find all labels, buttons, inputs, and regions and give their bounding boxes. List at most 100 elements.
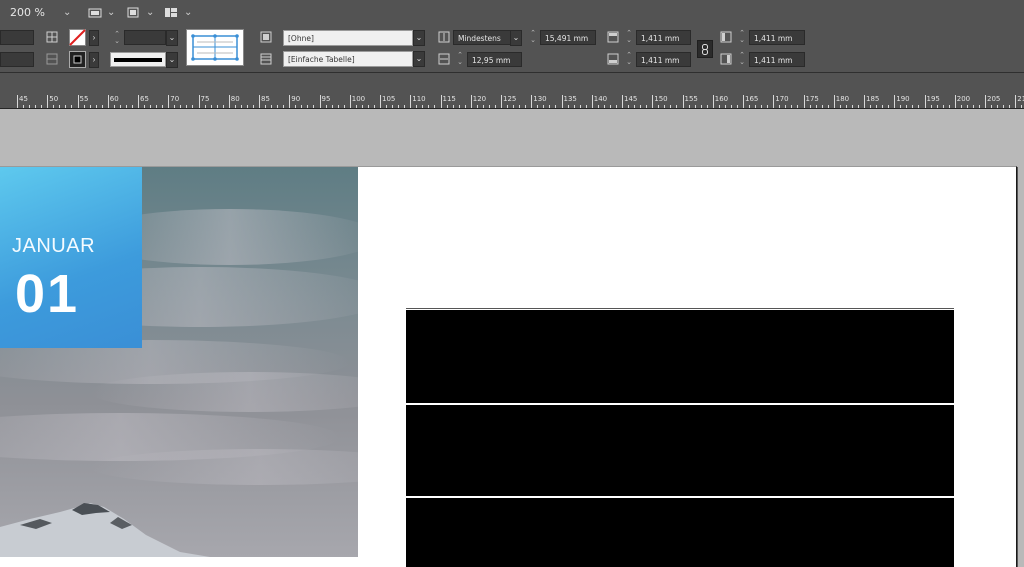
day-number: 01 xyxy=(15,264,80,324)
ruler-minor-tick xyxy=(603,105,605,108)
cell-style-dropdown[interactable]: [Ohne] xyxy=(283,30,413,46)
table-style-dropdown[interactable]: [Einfache Tabelle] xyxy=(283,51,413,67)
ruler-minor-tick xyxy=(434,105,436,108)
chevron-down-icon[interactable]: ⌄ xyxy=(107,7,115,18)
ruler-minor-tick xyxy=(83,105,85,108)
ruler-minor-tick xyxy=(234,105,236,108)
ruler-label: 90 xyxy=(291,95,301,103)
chevron-down-icon[interactable]: ⌄ xyxy=(184,7,192,18)
chevron-down-icon[interactable]: ⌄ xyxy=(63,7,71,18)
ruler-major-tick xyxy=(349,95,351,108)
zoom-level[interactable]: 200 % xyxy=(10,6,45,19)
ruler-minor-tick xyxy=(131,105,133,108)
ruler-minor-tick xyxy=(519,105,521,108)
column-width-field[interactable]: 12,95 mm xyxy=(467,52,522,67)
stroke-swatch-icon[interactable] xyxy=(69,51,86,68)
ruler-minor-tick xyxy=(670,105,672,108)
table-row[interactable] xyxy=(406,498,954,567)
cell-stroke-icon[interactable] xyxy=(46,31,58,43)
ruler-minor-tick xyxy=(162,105,164,108)
row-height-icon xyxy=(438,31,450,43)
spinner-arrows-icon[interactable]: ⌃ ⌄ xyxy=(624,52,634,67)
inset-left-field[interactable]: 1,411 mm xyxy=(749,30,805,45)
ruler-major-tick xyxy=(501,95,502,108)
chevron-down-icon[interactable]: ⌄ xyxy=(413,51,425,67)
document-page: JANUAR 01 xyxy=(0,166,1017,567)
stroke-menu-chevron[interactable]: › xyxy=(89,52,99,68)
row-height-mode-select[interactable]: Mindestens xyxy=(453,30,512,45)
stroke-weight-field-2[interactable] xyxy=(0,52,34,67)
ruler-minor-tick xyxy=(797,105,799,108)
ruler-minor-tick xyxy=(700,105,702,108)
ruler-minor-tick xyxy=(398,105,400,108)
spinner-arrows-icon[interactable]: ⌃ ⌄ xyxy=(624,30,634,45)
ruler-minor-tick xyxy=(597,105,599,108)
horizontal-ruler[interactable]: 45 50 55 60 65 70 75 80 85 90 95 100 105 110 115 120 125… xyxy=(0,94,1024,109)
ruler-minor-tick xyxy=(41,105,43,108)
inset-top-field[interactable]: 1,411 mm xyxy=(636,30,691,45)
ruler-minor-tick xyxy=(23,105,25,108)
ruler-minor-tick xyxy=(119,105,121,108)
ruler-label: 195 xyxy=(926,95,940,103)
chevron-down-icon[interactable]: ⌄ xyxy=(510,30,522,46)
link-insets-button[interactable] xyxy=(697,40,713,58)
chevron-down-icon[interactable]: ⌄ xyxy=(166,52,178,68)
chevron-down-icon[interactable]: ⌄ xyxy=(146,7,154,18)
ruler-minor-tick xyxy=(966,105,968,108)
ruler-minor-tick xyxy=(628,105,630,108)
ruler-minor-tick xyxy=(664,105,666,108)
ruler-minor-tick xyxy=(192,105,194,108)
table-row[interactable] xyxy=(406,310,954,403)
stroke-proxy-selector[interactable] xyxy=(186,29,244,66)
screen-mode-icon[interactable] xyxy=(88,7,102,18)
ruler-minor-tick xyxy=(839,105,841,108)
ruler-minor-tick xyxy=(736,105,738,108)
ruler-minor-tick xyxy=(428,105,430,108)
arrange-documents-icon[interactable] xyxy=(164,7,178,18)
inset-bottom-field[interactable]: 1,411 mm xyxy=(636,52,691,67)
ruler-minor-tick xyxy=(997,105,999,108)
ruler-label: 150 xyxy=(654,95,668,103)
ruler-minor-tick xyxy=(918,105,920,108)
ruler-minor-tick xyxy=(761,105,763,108)
ruler-minor-tick xyxy=(458,105,460,108)
ruler-minor-tick xyxy=(71,105,73,108)
ruler-minor-tick xyxy=(271,105,273,108)
control-panel: › › ⌃ ⌄ ⌄ ⌄ [Ohne] ⌄ [Einfache Tabelle] ⌄… xyxy=(0,25,1024,73)
inset-top-icon xyxy=(607,31,619,43)
fill-menu-chevron[interactable]: › xyxy=(89,30,99,46)
ruler-minor-tick xyxy=(325,105,327,108)
spinner-arrows-icon[interactable]: ⌃ ⌄ xyxy=(737,52,747,67)
ruler-minor-tick xyxy=(888,105,890,108)
ruler-minor-tick xyxy=(585,105,587,108)
stroke-weight-field-1[interactable] xyxy=(0,30,34,45)
ruler-major-tick xyxy=(470,95,472,108)
table-row[interactable] xyxy=(406,405,954,496)
table-style-icon xyxy=(260,53,272,65)
inset-right-field[interactable]: 1,411 mm xyxy=(749,52,805,67)
ruler-minor-tick xyxy=(295,105,297,108)
ruler-minor-tick xyxy=(513,105,515,108)
chevron-down-icon[interactable]: ⌄ xyxy=(413,30,425,46)
stroke-type-field[interactable] xyxy=(124,30,166,45)
spinner-arrows-icon[interactable]: ⌃ ⌄ xyxy=(737,30,747,45)
table-proxy-icon[interactable] xyxy=(191,34,239,61)
ruler-minor-tick xyxy=(640,105,642,108)
stroke-line-preview[interactable] xyxy=(110,52,166,67)
fill-none-swatch-icon[interactable] xyxy=(69,29,86,46)
ruler-minor-tick xyxy=(573,105,575,108)
ruler-label: 100 xyxy=(351,95,366,103)
view-options-icon[interactable] xyxy=(126,7,140,18)
row-stroke-icon[interactable] xyxy=(46,53,58,65)
spinner-arrows-icon[interactable]: ⌃ ⌄ xyxy=(112,31,122,46)
chain-link-icon[interactable] xyxy=(701,44,709,55)
spinner-arrows-icon[interactable]: ⌃ ⌄ xyxy=(528,30,538,45)
ruler-minor-tick xyxy=(367,105,369,108)
row-height-field[interactable]: 15,491 mm xyxy=(540,30,596,45)
ruler-minor-tick xyxy=(912,105,914,108)
spinner-arrows-icon[interactable]: ⌃ ⌄ xyxy=(455,52,465,67)
chevron-down-icon[interactable]: ⌄ xyxy=(166,30,178,46)
ruler-label: 155 xyxy=(684,95,698,103)
ruler-major-tick xyxy=(259,95,260,108)
ruler-minor-tick xyxy=(494,105,496,108)
